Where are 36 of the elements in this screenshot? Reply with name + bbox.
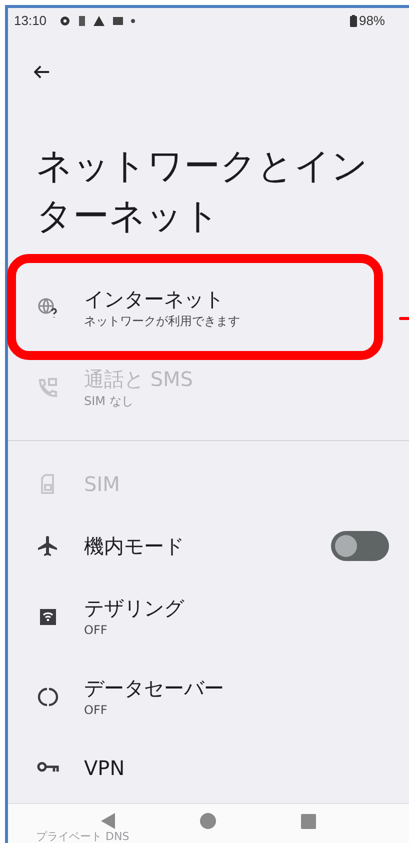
settings-item[interactable]: データセーバー OFF — [8, 657, 409, 737]
dot-icon — [130, 19, 135, 23]
item-subtitle: OFF — [84, 702, 108, 719]
phone-icon — [36, 376, 60, 400]
item-title: SIM — [84, 471, 121, 497]
nav-home-icon[interactable] — [200, 813, 216, 829]
battery-percent: 98% — [358, 12, 385, 30]
data-saver-icon — [36, 685, 60, 709]
airplane-icon — [36, 534, 60, 558]
battery-icon — [350, 15, 357, 27]
warning-icon — [92, 15, 105, 27]
status-time: 13:10 — [14, 12, 47, 30]
nav-recents-icon[interactable] — [301, 814, 316, 828]
item-title: インターネット — [84, 286, 225, 312]
gear-icon — [58, 15, 71, 27]
settings-item[interactable]: VPN — [8, 737, 409, 799]
item-title: 機内モード — [84, 533, 185, 559]
item-subtitle: SIM なし — [84, 393, 134, 410]
item-subtitle: ネットワークが利用できます — [84, 313, 241, 330]
toggle-switch[interactable] — [331, 531, 389, 561]
item-title: VPN — [84, 755, 126, 781]
settings-item[interactable]: 機内モード — [8, 515, 409, 577]
document-icon — [78, 16, 85, 26]
settings-item[interactable]: インターネット ネットワークが利用できます — [8, 268, 409, 348]
item-title: プライベート DNS — [36, 831, 130, 843]
page-title: ネットワークとインターネット — [36, 145, 369, 239]
settings-item[interactable]: テザリング OFF — [8, 577, 409, 657]
globe-question-icon — [36, 296, 60, 320]
item-title: テザリング — [84, 595, 186, 621]
item-subtitle: OFF — [84, 622, 108, 639]
item-title: データセーバー — [84, 675, 225, 701]
key-icon — [36, 762, 60, 774]
back-arrow-icon — [34, 65, 50, 79]
nav-back-icon[interactable] — [100, 813, 115, 829]
image-icon — [112, 17, 123, 25]
item-title: 通話と SMS — [84, 366, 194, 392]
